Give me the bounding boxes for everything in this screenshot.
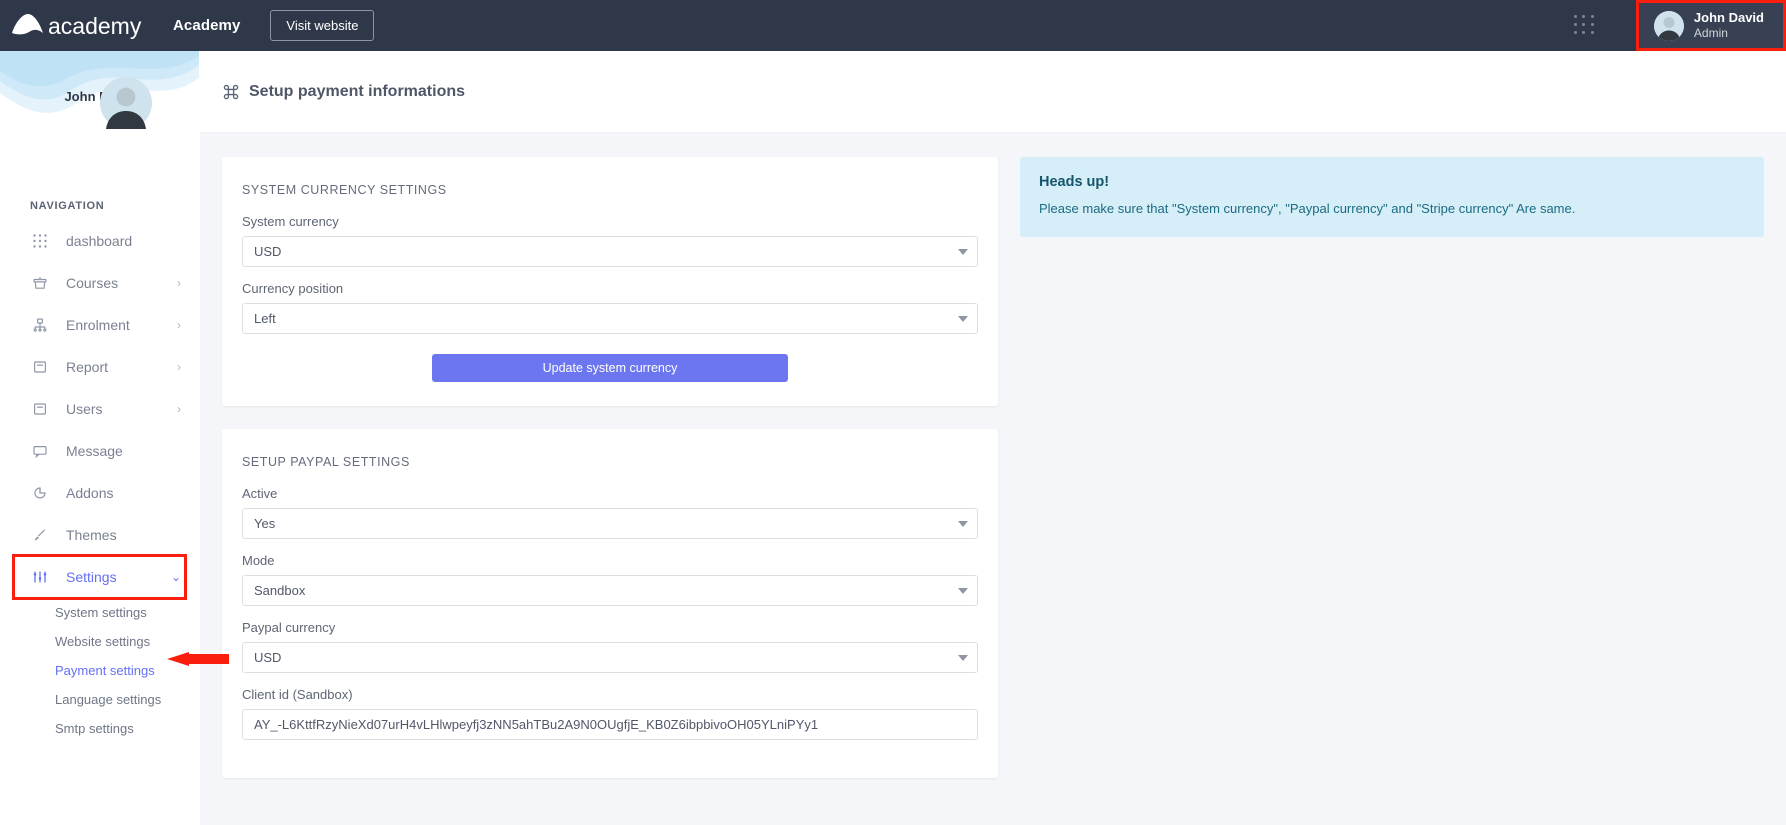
chevron-right-icon: ›	[177, 277, 181, 289]
paypal-mode-select[interactable]: Sandbox	[242, 575, 978, 606]
chevron-down-icon: ⌄	[171, 571, 181, 583]
sidebar-item-dashboard[interactable]: dashboard	[0, 220, 199, 262]
system-currency-select[interactable]: USD	[242, 236, 978, 267]
paypal-settings-card: SETUP PAYPAL SETTINGS Active Yes Mode Sa…	[222, 429, 998, 778]
top-bar-right: John David Admin	[1574, 0, 1786, 51]
main-content: Setup payment informations SYSTEM CURREN…	[200, 51, 1786, 825]
annotation-arrow-icon	[167, 652, 229, 666]
sidebar-item-label: Report	[66, 359, 177, 375]
paypal-mode-field: Mode Sandbox	[242, 553, 978, 606]
system-currency-card-title: SYSTEM CURRENCY SETTINGS	[242, 183, 978, 197]
chevron-right-icon: ›	[177, 319, 181, 331]
paypal-client-id-field: Client id (Sandbox) AY_-L6KttfRzyNieXd07…	[242, 687, 978, 740]
sidebar-item-label: Enrolment	[66, 317, 177, 333]
sidebar-item-message[interactable]: Message	[0, 430, 199, 472]
sidebar-item-label: Settings	[66, 569, 171, 585]
enrolment-icon	[31, 316, 49, 334]
visit-website-button[interactable]: Visit website	[270, 10, 374, 41]
sidebar-item-users[interactable]: Users ›	[0, 388, 199, 430]
sidebar-profile: John David	[0, 51, 199, 104]
avatar	[1654, 11, 1684, 41]
message-icon	[31, 442, 49, 460]
system-currency-card: SYSTEM CURRENCY SETTINGS System currency…	[222, 157, 998, 406]
themes-icon	[31, 526, 49, 544]
sidebar-hero-banner: John David	[0, 51, 199, 166]
grid-dots-icon	[31, 232, 49, 250]
paypal-currency-select-wrap: USD	[242, 642, 978, 673]
report-icon	[31, 358, 49, 376]
chevron-right-icon: ›	[177, 403, 181, 415]
currency-position-field: Currency position Left	[242, 281, 978, 334]
submenu-item-system-settings[interactable]: System settings	[0, 598, 199, 627]
left-column: SYSTEM CURRENCY SETTINGS System currency…	[222, 157, 998, 801]
paypal-active-field: Active Yes	[242, 486, 978, 539]
sidebar-item-label: Themes	[66, 527, 181, 543]
system-currency-select-wrap: USD	[242, 236, 978, 267]
paypal-currency-select[interactable]: USD	[242, 642, 978, 673]
sidebar-item-report[interactable]: Report ›	[0, 346, 199, 388]
paypal-currency-field: Paypal currency USD	[242, 620, 978, 673]
paypal-mode-label: Mode	[242, 553, 978, 568]
sidebar-item-label: Courses	[66, 275, 177, 291]
submenu-item-smtp-settings[interactable]: Smtp settings	[0, 714, 199, 743]
sidebar-item-enrolment[interactable]: Enrolment ›	[0, 304, 199, 346]
addons-icon	[31, 484, 49, 502]
chevron-right-icon: ›	[177, 361, 181, 373]
currency-position-label: Currency position	[242, 281, 978, 296]
paypal-card-title: SETUP PAYPAL SETTINGS	[242, 455, 978, 469]
system-currency-label: System currency	[242, 214, 978, 229]
heads-up-alert: Heads up! Please make sure that "System …	[1020, 157, 1764, 237]
paypal-active-select[interactable]: Yes	[242, 508, 978, 539]
sidebar-item-label: Addons	[66, 485, 181, 501]
submenu-item-language-settings[interactable]: Language settings	[0, 685, 199, 714]
system-currency-field: System currency USD	[242, 214, 978, 267]
right-column: Heads up! Please make sure that "System …	[1020, 157, 1764, 801]
sidebar-item-themes[interactable]: Themes	[0, 514, 199, 556]
apps-grid-icon[interactable]	[1574, 15, 1596, 37]
content-area: SYSTEM CURRENCY SETTINGS System currency…	[200, 133, 1786, 801]
sidebar: John David NAVIGATION dashboard	[0, 51, 200, 825]
command-icon	[222, 83, 240, 101]
update-system-currency-button[interactable]: Update system currency	[432, 354, 788, 382]
alert-title: Heads up!	[1039, 174, 1745, 190]
user-menu[interactable]: John David Admin	[1636, 0, 1786, 51]
sidebar-item-courses[interactable]: Courses ›	[0, 262, 199, 304]
paypal-mode-select-wrap: Sandbox	[242, 575, 978, 606]
user-role: Admin	[1694, 26, 1764, 41]
brand-name: Academy	[173, 17, 240, 34]
settings-submenu: System settings Website settings Payment…	[0, 598, 199, 743]
currency-position-select[interactable]: Left	[242, 303, 978, 334]
sidebar-item-label: Users	[66, 401, 177, 417]
sidebar-item-label: Message	[66, 443, 181, 459]
sidebar-nav-list: dashboard Courses › Enrolment	[0, 220, 199, 598]
page-title: Setup payment informations	[249, 83, 465, 101]
paypal-client-id-input[interactable]: AY_-L6KttfRzyNieXd07urH4vLHlwpeyfj3zNN5a…	[242, 709, 978, 740]
course-icon	[31, 274, 49, 292]
sidebar-item-label: dashboard	[66, 233, 181, 249]
brand-block: academy Academy Visit website	[10, 0, 374, 51]
sidebar-item-addons[interactable]: Addons	[0, 472, 199, 514]
paypal-currency-label: Paypal currency	[242, 620, 978, 635]
user-meta: John David Admin	[1694, 10, 1764, 41]
paypal-active-select-wrap: Yes	[242, 508, 978, 539]
users-icon	[31, 400, 49, 418]
sidebar-item-settings[interactable]: Settings ⌄	[0, 556, 199, 598]
top-bar: academy Academy Visit website John David…	[0, 0, 1786, 51]
paypal-active-label: Active	[242, 486, 978, 501]
currency-position-select-wrap: Left	[242, 303, 978, 334]
sliders-icon	[31, 568, 49, 586]
academy-logo-icon: academy	[10, 11, 146, 41]
page-header: Setup payment informations	[200, 51, 1786, 133]
user-name: John David	[1694, 10, 1764, 26]
paypal-client-id-label: Client id (Sandbox)	[242, 687, 978, 702]
navigation-section-label: NAVIGATION	[30, 200, 199, 212]
alert-text: Please make sure that "System currency",…	[1039, 200, 1745, 218]
svg-text:academy: academy	[48, 13, 142, 39]
